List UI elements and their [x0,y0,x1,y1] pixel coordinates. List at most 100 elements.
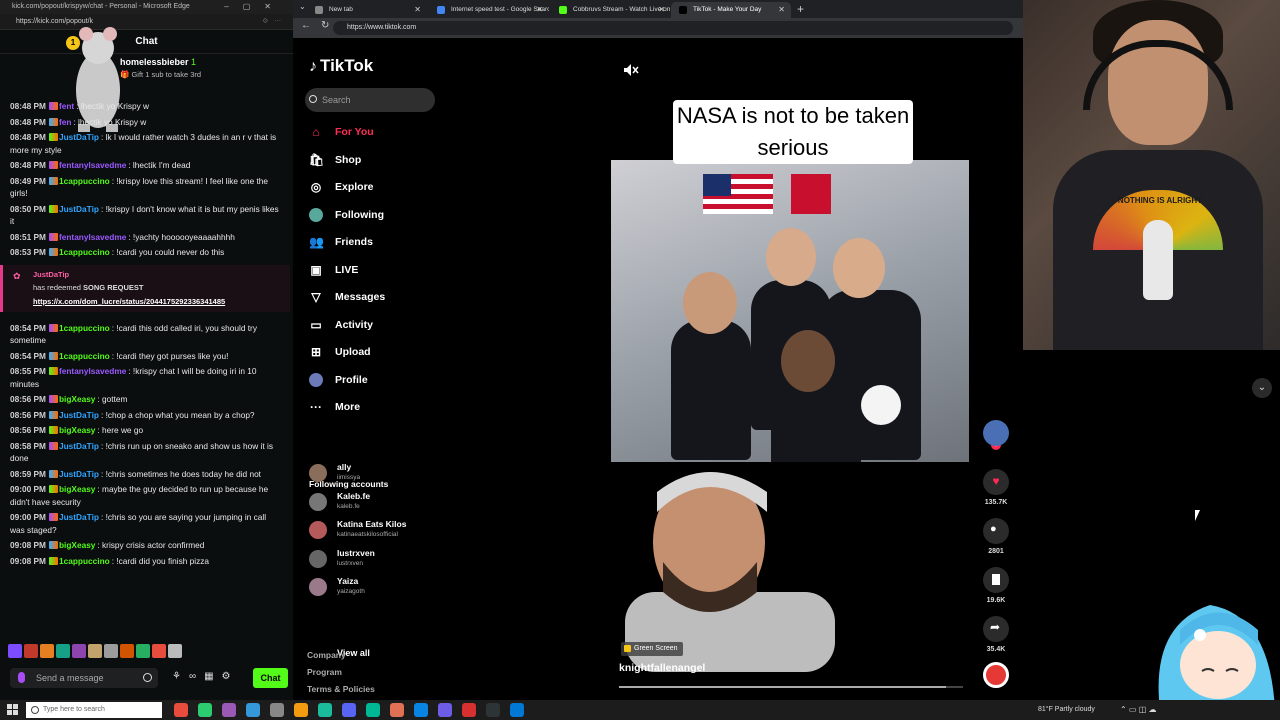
footer-company-link[interactable]: Company [307,650,346,660]
taskbar-app-icon[interactable] [294,703,308,717]
video-progress-bar[interactable] [619,686,963,688]
video-author[interactable]: knightfallenangel [619,662,705,674]
taskbar-weather[interactable]: 81°F Partly cloudy [1038,700,1095,720]
chat-message[interactable]: 08:48 PM JustDaTip: lk I would rather wat… [0,131,290,156]
chat-message[interactable]: 09:00 PM JustDaTip: !chris so you are say… [0,511,290,536]
taskbar-app-icon[interactable] [198,703,212,717]
tab-list-chevron-icon[interactable]: ⌄ [299,2,306,11]
chat-message[interactable]: 08:48 PM fent: lhectik yo Krispy w [0,100,290,113]
emote-icon[interactable] [40,644,54,658]
chat-messages[interactable]: 08:48 PM fent: lhectik yo Krispy w 08:48 P… [0,100,290,640]
emote-icon[interactable] [72,644,86,658]
comment-button[interactable]: ● 2801 [980,518,1012,555]
taskbar-app-icon[interactable] [342,703,356,717]
taskbar-app-icon[interactable] [270,703,284,717]
emote-icon[interactable] [56,644,70,658]
emote-icon[interactable] [168,644,182,658]
message-username[interactable]: 1cappuccino [59,351,110,361]
message-username[interactable]: fen [59,117,71,127]
taskbar-app-icon[interactable] [246,703,260,717]
nav-messages[interactable]: ▽ Messages [309,287,385,307]
nav-more[interactable]: ··· More [309,397,360,417]
taskbar-app-icon[interactable] [174,703,188,717]
taskbar-app-icon[interactable] [462,703,476,717]
emote-icon[interactable] [152,644,166,658]
url-input[interactable]: https://www.tiktok.com [333,21,1013,35]
emote-icon[interactable] [136,644,150,658]
chat-message[interactable]: 08:48 PM fentanylsavedme: lhectik I'm dea… [0,159,290,172]
nav-friends[interactable]: 👥 Friends [309,232,373,252]
emote-icon[interactable] [24,644,38,658]
share-button[interactable]: ➦ 35.4K [980,616,1012,653]
chat-message[interactable]: 08:56 PM bigXeasy: here we go [0,424,290,437]
popout-url-bar[interactable]: https://kick.com/popout/k ⟐⋯ [0,14,293,30]
chat-message-input[interactable]: Send a message [10,668,158,688]
chat-message[interactable]: 08:51 PM fentanylsavedme: !yachty hoooooy… [0,231,290,244]
emoji-icon[interactable] [143,673,152,682]
taskbar-app-icon[interactable] [438,703,452,717]
chat-message[interactable]: 08:59 PM JustDaTip: !chris sometimes he d… [0,468,290,481]
browser-tab[interactable]: TikTok - Make Your Day ✕ [671,2,791,18]
tab-close-icon[interactable]: ✕ [536,2,543,18]
redeem-link[interactable]: https://x.com/dom_lucre/status/204417529… [33,297,282,306]
window-controls[interactable]: –▢✕ [224,0,285,14]
taskbar-app-icon[interactable] [366,703,380,717]
emote-icon[interactable] [104,644,118,658]
new-tab-button[interactable]: + [797,0,804,18]
nav-following[interactable]: ● Following [309,205,384,225]
mic-icon[interactable] [18,672,25,683]
message-username[interactable]: 1cappuccino [59,176,110,186]
message-username[interactable]: JustDaTip [59,132,99,142]
emote-icon[interactable] [88,644,102,658]
message-username[interactable]: bigXeasy [59,394,95,404]
message-username[interactable]: JustDaTip [59,469,99,479]
footer-terms-link[interactable]: Terms & Policies [307,684,375,694]
chat-message[interactable]: 08:55 PM fentanylsavedme: !krispy chat I … [0,365,290,390]
chat-message[interactable]: 08:58 PM JustDaTip: !chris run up on snea… [0,440,290,465]
following-account[interactable]: lustrxven lustrxven [309,548,375,572]
redeem-username[interactable]: JustDaTip [33,270,282,279]
chat-message[interactable]: 09:08 PM 1cappuccino: !cardi did you fini… [0,555,290,568]
chat-message[interactable]: 08:48 PM fen: lhectik yo Krispy w [0,116,290,129]
message-username[interactable]: bigXeasy [59,540,95,550]
chat-message[interactable]: 08:49 PM 1cappuccino: !krispy love this s… [0,175,290,200]
message-username[interactable]: bigXeasy [59,484,95,494]
mute-icon[interactable] [623,63,639,77]
taskbar-app-icon[interactable] [222,703,236,717]
creator-avatar-button[interactable]: + [980,420,1012,450]
following-account[interactable]: ally iimissya [309,462,360,486]
sound-disc-button[interactable] [980,662,1012,688]
pinned-gift-banner[interactable]: homelessbieber 1 🎁 Gift 1 sub to take 3r… [0,54,293,86]
chat-message[interactable]: 08:50 PM JustDaTip: !krispy I don't know … [0,203,290,228]
chevron-down-icon[interactable]: ⌄ [1252,378,1272,398]
following-account[interactable]: Yaiza yaizagoth [309,576,365,600]
nav-upload[interactable]: ⊞ Upload [309,342,371,362]
nav-activity[interactable]: ▭ Activity [309,315,373,335]
tab-close-icon[interactable]: ✕ [778,2,785,18]
message-username[interactable]: fentanylsavedme [59,366,126,376]
tab-close-icon[interactable]: ✕ [414,2,421,18]
tiktok-search-input[interactable]: Search [305,88,435,112]
taskbar-app-icon[interactable] [414,703,428,717]
emote-icon[interactable] [8,644,22,658]
message-username[interactable]: fentanylsavedme [59,160,126,170]
video-player[interactable]: NASA is not to be taken serious Green Sc… [611,100,971,690]
url-tools-icon[interactable]: ⟐⋯ [262,14,287,30]
message-username[interactable]: fentanylsavedme [59,232,126,242]
chat-message[interactable]: 09:00 PM bigXeasy: maybe the guy decided … [0,483,290,508]
windows-start-icon[interactable] [7,704,18,715]
chat-message[interactable]: 08:54 PM 1cappuccino: !cardi they got pur… [0,350,290,363]
footer-program-link[interactable]: Program [307,667,342,677]
browser-tab[interactable]: Internet speed test - Google Search ✕ [429,2,549,18]
browser-tab[interactable]: New tab ✕ [307,2,427,18]
taskbar-app-icon[interactable] [318,703,332,717]
chat-message[interactable]: 08:56 PM JustDaTip: !chop a chop what you… [0,409,290,422]
message-username[interactable]: 1cappuccino [59,323,110,333]
taskbar-app-icon[interactable] [486,703,500,717]
nav-live[interactable]: ▣ LIVE [309,260,358,280]
message-username[interactable]: JustDaTip [59,512,99,522]
emote-icon[interactable] [120,644,134,658]
message-username[interactable]: 1cappuccino [59,556,110,566]
taskbar-app-icon[interactable] [510,703,524,717]
system-tray-icons[interactable]: ⌃ ▭ ◫ ☁ [1120,700,1157,720]
